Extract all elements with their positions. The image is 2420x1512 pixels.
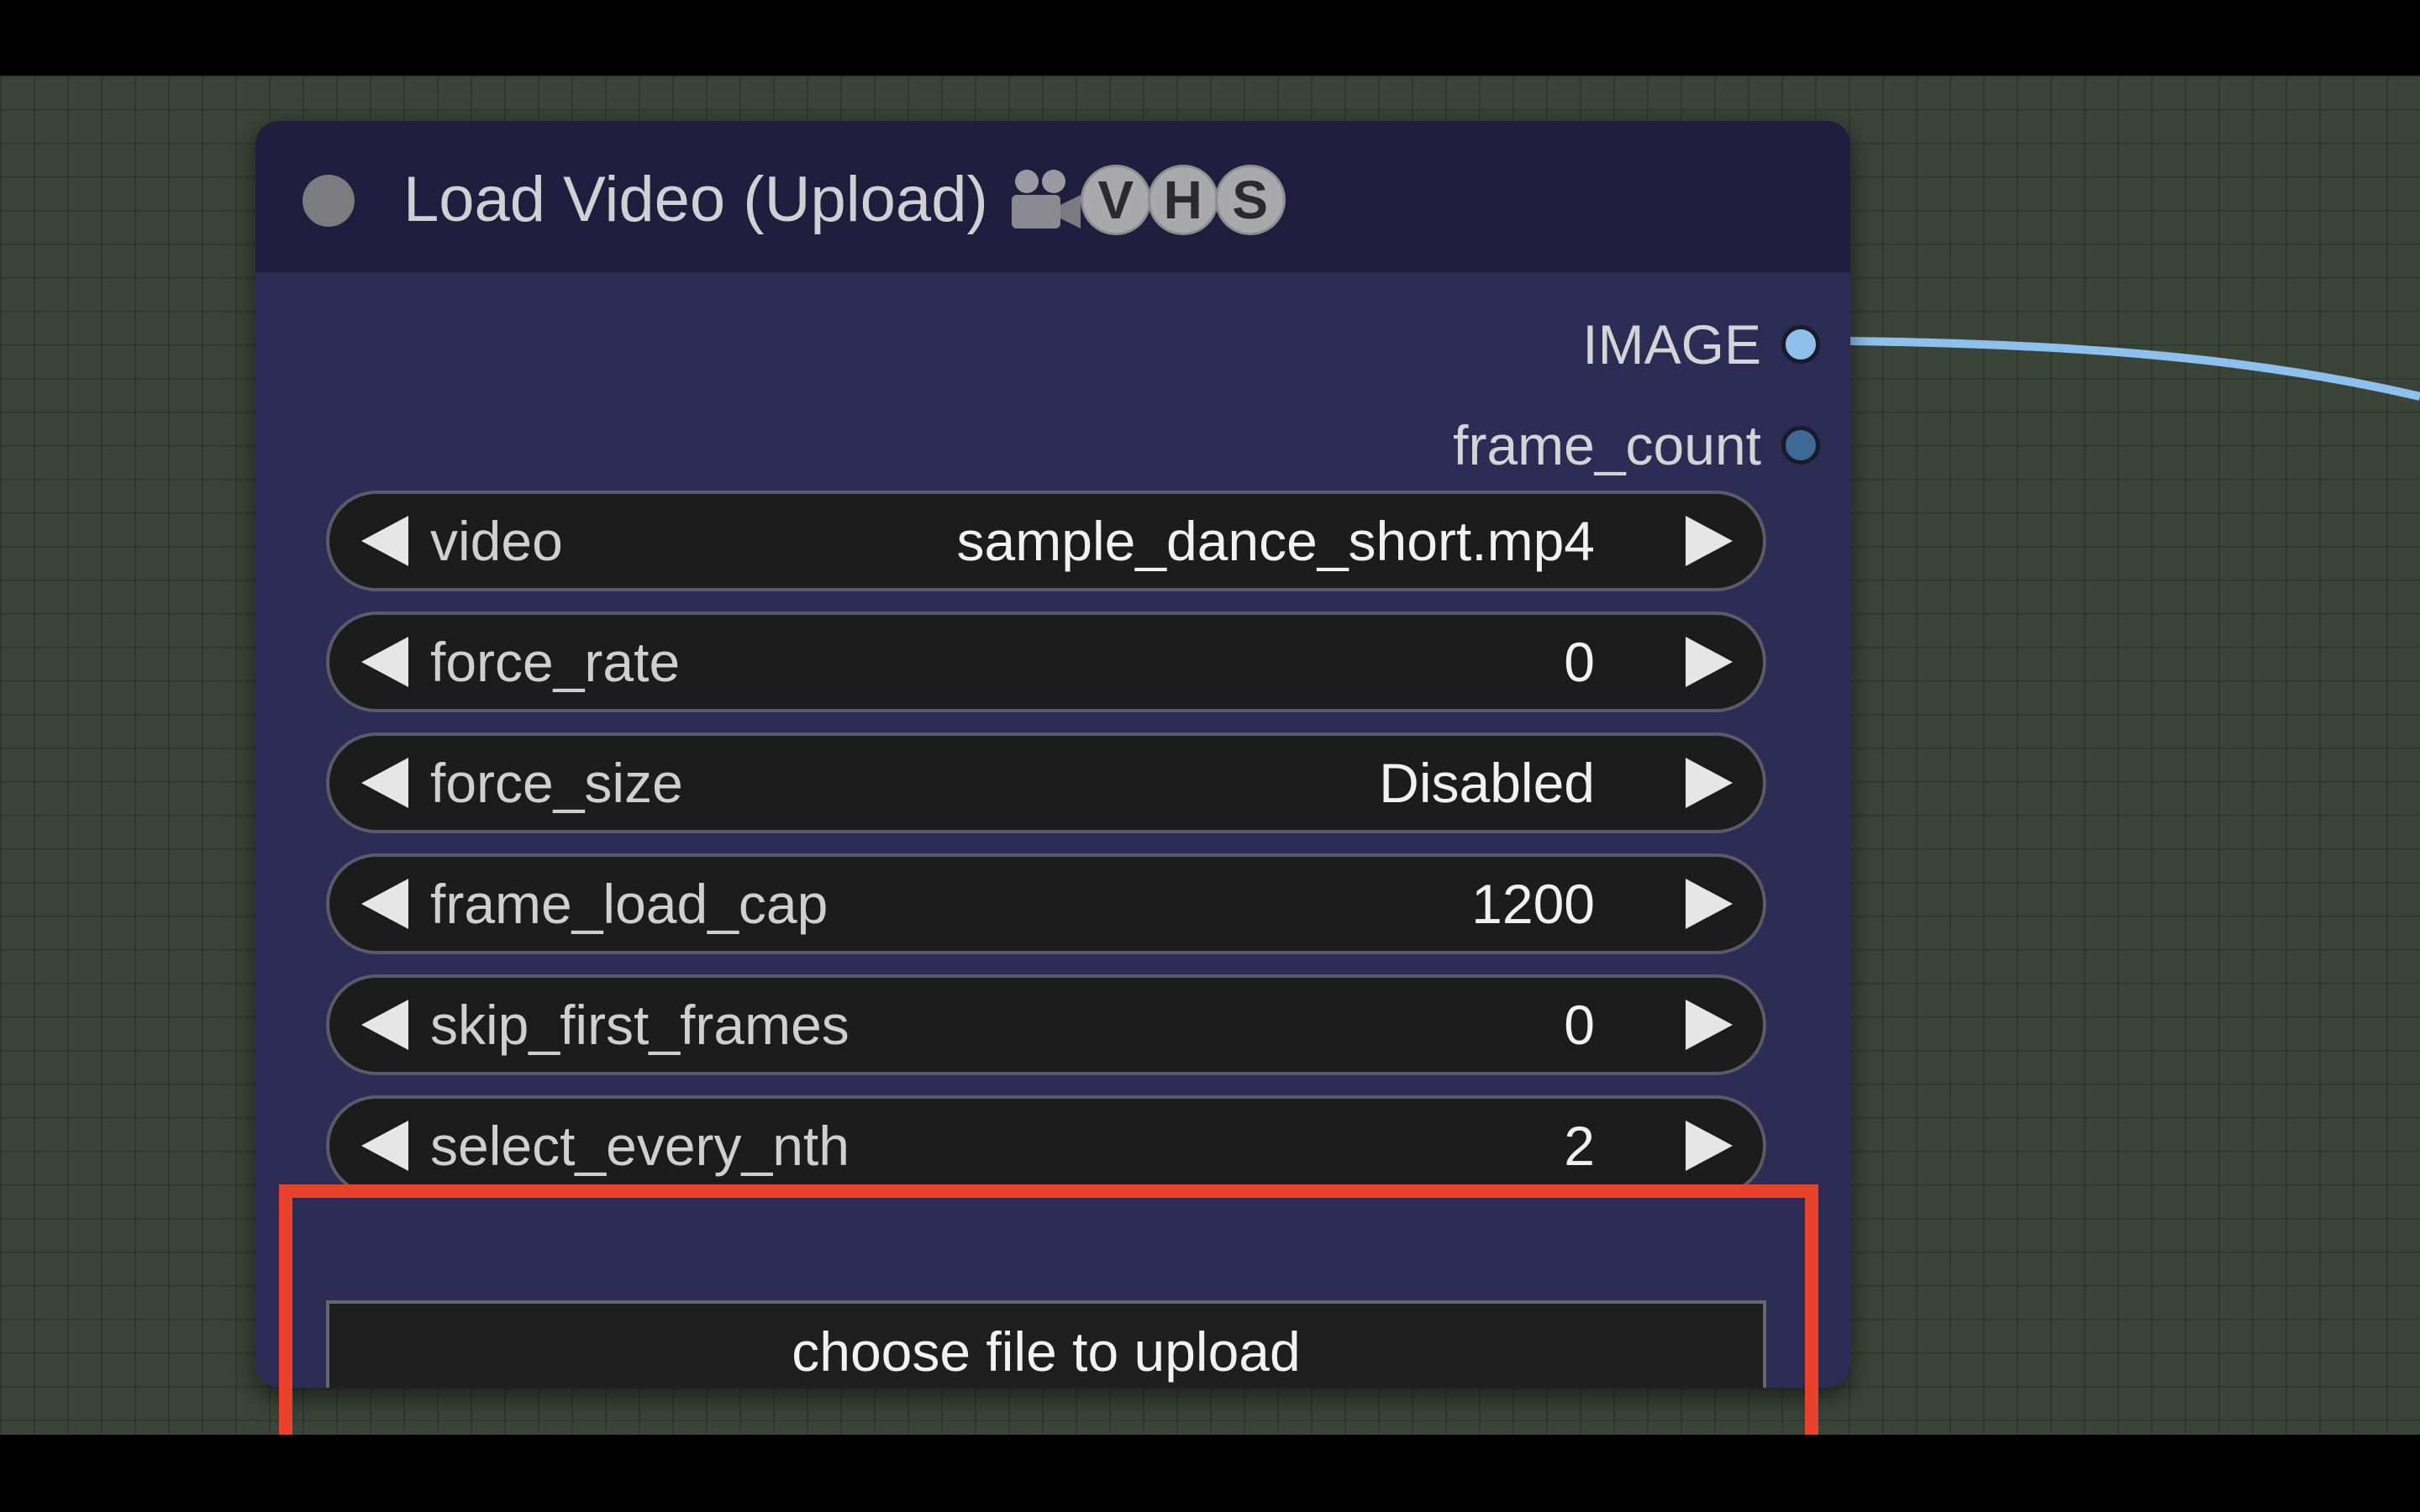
output-frame-count: frame_count bbox=[1453, 412, 1820, 479]
badge-h: H bbox=[1147, 165, 1218, 235]
node-title-text: Load Video (Upload) bbox=[403, 164, 988, 235]
widget-skip-first-frames-value[interactable]: 0 bbox=[1564, 993, 1595, 1057]
output-image-slot[interactable] bbox=[1781, 325, 1820, 364]
decrement-arrow-icon[interactable] bbox=[361, 1000, 408, 1050]
widget-clip-overlay bbox=[255, 1221, 1850, 1272]
badge-s: S bbox=[1214, 165, 1286, 235]
widget-force-rate-value[interactable]: 0 bbox=[1564, 630, 1595, 694]
widget-video-name: video bbox=[430, 510, 563, 572]
letterbox-bottom bbox=[0, 1435, 2420, 1512]
decrement-arrow-icon[interactable] bbox=[361, 879, 408, 929]
decrement-arrow-icon[interactable] bbox=[361, 637, 408, 687]
decrement-arrow-icon[interactable] bbox=[361, 1121, 408, 1171]
increment-arrow-icon[interactable] bbox=[1686, 1000, 1733, 1050]
widget-force-size-name: force_size bbox=[430, 752, 683, 814]
widget-select-every-nth-value[interactable]: 2 bbox=[1564, 1114, 1595, 1178]
decrement-arrow-icon[interactable] bbox=[361, 758, 408, 808]
collapse-toggle[interactable] bbox=[302, 175, 355, 227]
badge-v: V bbox=[1080, 165, 1151, 235]
output-image: IMAGE bbox=[1582, 311, 1820, 378]
widget-frame-load-cap-value[interactable]: 1200 bbox=[1471, 872, 1595, 936]
widget-force-rate-name: force_rate bbox=[430, 631, 681, 693]
widget-skip-first-frames[interactable]: skip_first_frames 0 bbox=[326, 974, 1766, 1075]
output-frame-count-label: frame_count bbox=[1453, 414, 1761, 476]
widget-force-size[interactable]: force_size Disabled bbox=[326, 732, 1766, 833]
widget-force-size-value[interactable]: Disabled bbox=[1379, 751, 1595, 815]
output-frame-count-slot[interactable] bbox=[1781, 426, 1820, 465]
widget-video[interactable]: video sample_dance_short.mp4 bbox=[326, 491, 1766, 591]
increment-arrow-icon[interactable] bbox=[1686, 758, 1733, 808]
choose-file-upload-button[interactable]: choose file to upload bbox=[326, 1300, 1766, 1388]
node-title: Load Video (Upload) V H S bbox=[403, 158, 1286, 242]
widget-force-rate[interactable]: force_rate 0 bbox=[326, 612, 1766, 712]
increment-arrow-icon[interactable] bbox=[1686, 637, 1733, 687]
decrement-arrow-icon[interactable] bbox=[361, 516, 408, 566]
letterbox-top bbox=[0, 0, 2420, 76]
increment-arrow-icon[interactable] bbox=[1686, 1121, 1733, 1171]
increment-arrow-icon[interactable] bbox=[1686, 879, 1733, 929]
widget-frame-load-cap[interactable]: frame_load_cap 1200 bbox=[326, 853, 1766, 954]
output-image-label: IMAGE bbox=[1582, 313, 1761, 375]
widget-skip-first-frames-name: skip_first_frames bbox=[430, 994, 850, 1056]
widget-video-value[interactable]: sample_dance_short.mp4 bbox=[957, 509, 1595, 573]
increment-arrow-icon[interactable] bbox=[1686, 516, 1733, 566]
graph-canvas[interactable]: Load Video (Upload) V H S IMAGE frame_co… bbox=[0, 76, 2420, 1435]
node-header[interactable]: Load Video (Upload) V H S bbox=[255, 121, 1850, 272]
widget-select-every-nth-name: select_every_nth bbox=[430, 1115, 850, 1177]
widget-frame-load-cap-name: frame_load_cap bbox=[430, 873, 829, 935]
load-video-node[interactable]: Load Video (Upload) V H S IMAGE frame_co… bbox=[255, 121, 1850, 1388]
movie-camera-icon bbox=[1007, 166, 1084, 234]
widget-select-every-nth[interactable]: select_every_nth 2 bbox=[326, 1095, 1766, 1196]
